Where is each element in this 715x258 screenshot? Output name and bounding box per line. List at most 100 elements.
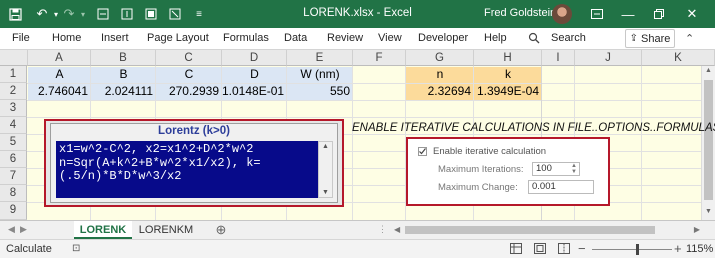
lorentz-formula-text[interactable]: x1=w^2-C^2, x2=x1^2+D^2*w^2 n=Sqr(A+k^2+… xyxy=(56,141,318,198)
minimize-icon[interactable]: — xyxy=(614,2,642,26)
row-header-6[interactable]: 6 xyxy=(0,151,27,168)
scroll-up-icon[interactable]: ▲ xyxy=(705,67,712,74)
enable-iterative-checkbox xyxy=(418,147,427,156)
tab-view[interactable]: View xyxy=(378,32,402,44)
select-all-corner[interactable] xyxy=(0,50,28,66)
max-change-label: Maximum Change: xyxy=(438,182,518,193)
scroll-left-icon[interactable]: ◀ xyxy=(394,225,400,234)
zoom-level[interactable]: 115% xyxy=(686,243,713,255)
status-bar: Calculate ⊡ − + 115% xyxy=(0,239,715,258)
row-header-5[interactable]: 5 xyxy=(0,134,27,151)
lorentz-title: Lorentz (k>0) xyxy=(158,125,230,137)
tab-insert[interactable]: Insert xyxy=(101,32,129,44)
close-icon[interactable]: ✕ xyxy=(678,2,706,26)
comments-icon[interactable]: ⌃ xyxy=(685,32,694,45)
tab-data[interactable]: Data xyxy=(284,32,307,44)
cell-a2[interactable]: 2.746041 xyxy=(28,83,91,100)
scroll-up-icon[interactable]: ▲ xyxy=(322,143,329,150)
col-header-k[interactable]: K xyxy=(642,50,715,66)
ribbon-tabs: File Home Insert Page Layout Formulas Da… xyxy=(0,28,715,50)
col-header-b[interactable]: B xyxy=(91,50,156,66)
col-header-g[interactable]: G xyxy=(406,50,474,66)
next-sheet-icon[interactable]: ▶ xyxy=(20,224,27,235)
sheet-tab-lorenk[interactable]: LORENK xyxy=(74,221,132,239)
scroll-down-icon[interactable]: ▼ xyxy=(322,189,329,196)
cell-g1[interactable]: n xyxy=(406,66,474,83)
zoom-out-icon[interactable]: − xyxy=(578,241,586,256)
tab-file[interactable]: File xyxy=(12,32,30,44)
row-header-3[interactable]: 3 xyxy=(0,100,27,117)
cell-b1[interactable]: B xyxy=(91,66,156,83)
cell-g2[interactable]: 2.32694 xyxy=(406,83,474,100)
col-header-h[interactable]: H xyxy=(474,50,542,66)
tab-developer[interactable]: Developer xyxy=(418,32,468,44)
zoom-slider[interactable] xyxy=(592,244,672,255)
tab-split-icon[interactable]: ⋮ xyxy=(378,224,387,235)
user-name[interactable]: Fred Goldstein xyxy=(484,7,556,19)
col-header-e[interactable]: E xyxy=(287,50,353,66)
col-header-a[interactable]: A xyxy=(28,50,91,66)
enable-iterative-label: Enable iterative calculation xyxy=(433,146,547,157)
scroll-thumb[interactable] xyxy=(704,80,713,200)
tab-page-layout[interactable]: Page Layout xyxy=(147,32,209,44)
tab-formulas[interactable]: Formulas xyxy=(223,32,269,44)
lorentz-scrollbar[interactable]: ▲ ▼ xyxy=(318,141,333,198)
row-header-7[interactable]: 7 xyxy=(0,168,27,185)
col-header-i[interactable]: I xyxy=(542,50,575,66)
col-header-j[interactable]: J xyxy=(575,50,642,66)
cell-c2[interactable]: 270.2939 xyxy=(156,83,222,100)
lorentz-textbox[interactable]: Lorentz (k>0) x1=w^2-C^2, x2=x1^2+D^2*w^… xyxy=(44,119,344,207)
cell-a1[interactable]: A xyxy=(28,66,91,83)
prev-sheet-icon[interactable]: ◀ xyxy=(8,224,15,235)
row-header-2[interactable]: 2 xyxy=(0,83,27,100)
share-button[interactable]: ⇪ Share xyxy=(625,29,675,48)
scroll-down-icon[interactable]: ▼ xyxy=(705,208,712,215)
search-icon[interactable] xyxy=(528,32,540,47)
row-header-4[interactable]: 4 xyxy=(0,117,27,134)
cell-c1[interactable]: C xyxy=(156,66,222,83)
row-header-1[interactable]: 1 xyxy=(0,66,27,83)
search-label[interactable]: Search xyxy=(551,32,586,44)
max-iterations-label: Maximum Iterations: xyxy=(438,164,524,175)
tab-review[interactable]: Review xyxy=(327,32,363,44)
tab-help[interactable]: Help xyxy=(484,32,507,44)
avatar[interactable] xyxy=(552,4,572,24)
sheet-tab-lorenkm[interactable]: LORENKM xyxy=(134,221,198,239)
restore-icon[interactable] xyxy=(645,2,673,26)
cell-d1[interactable]: D xyxy=(222,66,287,83)
formula-line: n=Sqr(A+k^2+B*w^2*x1/x2), k= xyxy=(59,155,261,170)
cell-h1[interactable]: k xyxy=(474,66,542,83)
row-header-8[interactable]: 8 xyxy=(0,185,27,202)
horizontal-scrollbar[interactable]: ◀ ▶ xyxy=(392,223,702,237)
cell-e1[interactable]: W (nm) xyxy=(287,66,353,83)
spinner-icon: ▲ ▼ xyxy=(571,163,577,175)
add-sheet-icon[interactable]: ⊕ xyxy=(212,221,230,239)
cell-b2[interactable]: 2.024111 xyxy=(91,83,156,100)
col-header-d[interactable]: D xyxy=(222,50,287,66)
max-iterations-field: 100 ▲ ▼ xyxy=(532,162,580,176)
formula-line: x1=w^2-C^2, x2=x1^2+D^2*w^2 xyxy=(59,142,254,156)
h-scroll-thumb[interactable] xyxy=(405,226,655,234)
col-header-c[interactable]: C xyxy=(156,50,222,66)
accessibility-icon[interactable]: ⊡ xyxy=(72,243,80,254)
row-header-9[interactable]: 9 xyxy=(0,202,27,220)
page-break-view-icon[interactable] xyxy=(558,243,570,257)
cell-d2[interactable]: 1.0148E-01 xyxy=(222,83,287,100)
zoom-in-icon[interactable]: + xyxy=(674,241,682,256)
iterative-calc-image: Enable iterative calculation Maximum Ite… xyxy=(406,137,610,206)
scroll-right-icon[interactable]: ▶ xyxy=(694,225,700,234)
zoom-slider-thumb[interactable] xyxy=(636,244,639,255)
formula-line: (.5/n)*B*D*w^3/x2 xyxy=(59,169,182,183)
normal-view-icon[interactable] xyxy=(510,243,522,257)
iterative-calc-note: ENABLE ITERATIVE CALCULATIONS IN FILE..O… xyxy=(352,122,715,134)
col-header-f[interactable]: F xyxy=(353,50,406,66)
max-change-field: 0.001 xyxy=(528,180,594,194)
tab-home[interactable]: Home xyxy=(52,32,81,44)
vertical-scrollbar[interactable]: ▲ ▼ xyxy=(701,66,715,220)
title-bar: ↶ ▾ ↷ ▾ ≡ LORENK.xlsx - Excel Fred Golds… xyxy=(0,0,715,28)
page-layout-view-icon[interactable] xyxy=(534,243,546,257)
ribbon-display-icon[interactable] xyxy=(583,2,611,26)
cell-e2[interactable]: 550 xyxy=(287,83,353,100)
share-icon: ⇪ xyxy=(629,33,639,44)
cell-h2[interactable]: 1.3949E-04 xyxy=(474,83,542,100)
